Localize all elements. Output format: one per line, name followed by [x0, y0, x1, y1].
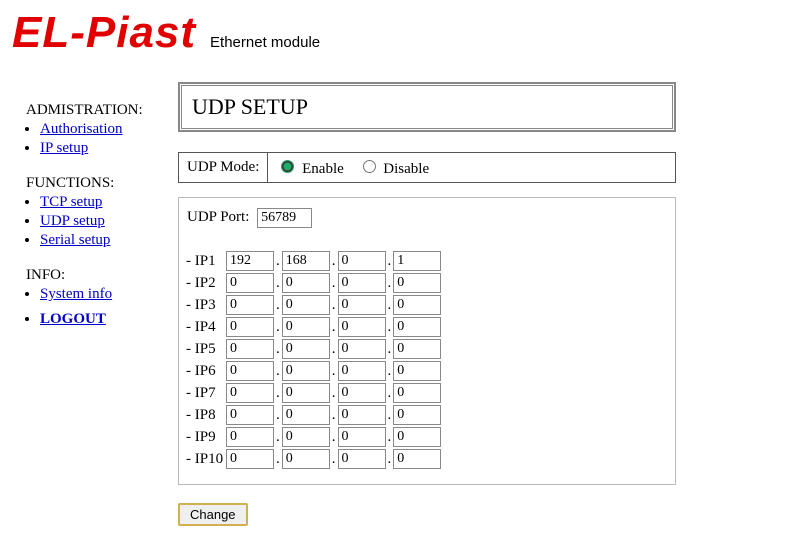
udp-mode-enable-label[interactable]: Enable [276, 161, 347, 177]
ip-octet-input[interactable] [393, 339, 441, 359]
udp-mode-enable-radio[interactable] [281, 160, 294, 173]
ip-octet-input[interactable] [282, 449, 330, 469]
ip-row: - IP7... [185, 382, 442, 404]
ip-octet-input[interactable] [393, 383, 441, 403]
ip-octet-input[interactable] [282, 339, 330, 359]
sidebar-link[interactable]: TCP setup [40, 194, 102, 210]
sidebar-item: Authorisation [40, 121, 170, 138]
ip-octet-input[interactable] [282, 427, 330, 447]
udp-mode-enable-text: Enable [302, 161, 344, 177]
ip-row: - IP1... [185, 250, 442, 272]
ip-octet-input[interactable] [282, 295, 330, 315]
udp-mode-disable-radio[interactable] [363, 160, 376, 173]
main-content: UDP SETUP UDP Mode: Enable Disable [178, 68, 795, 526]
sidebar-link[interactable]: Serial setup [40, 232, 110, 248]
ip-octet-input[interactable] [226, 295, 274, 315]
ip-octet-input[interactable] [393, 251, 441, 271]
ip-octet-input[interactable] [226, 427, 274, 447]
ip-octet-input[interactable] [338, 449, 386, 469]
ip-octet-input[interactable] [282, 405, 330, 425]
ip-octet-input[interactable] [338, 251, 386, 271]
ip-octet-input[interactable] [393, 449, 441, 469]
ip-row-label: - IP7 [185, 382, 225, 404]
ip-table: - IP1...- IP2...- IP3...- IP4...- IP5...… [185, 250, 442, 470]
udp-mode-disable-text: Disable [383, 161, 429, 177]
ip-octet-input[interactable] [226, 339, 274, 359]
page-title-box: UDP SETUP [178, 82, 676, 132]
udp-mode-label: UDP Mode: [179, 153, 268, 183]
sidebar-section-label: INFO: [26, 267, 170, 284]
ip-row-label: - IP3 [185, 294, 225, 316]
ip-octet-input[interactable] [393, 317, 441, 337]
udp-port-input[interactable] [257, 208, 312, 228]
sidebar-item: Serial setup [40, 232, 170, 249]
ip-octet-input[interactable] [338, 295, 386, 315]
ip-octet-input[interactable] [338, 383, 386, 403]
sidebar-link[interactable]: System info [40, 286, 112, 302]
ip-row: - IP8... [185, 404, 442, 426]
ip-row: - IP2... [185, 272, 442, 294]
brand-logo: EL-Piast [12, 8, 196, 58]
ip-octet-input[interactable] [338, 361, 386, 381]
sidebar-item: System info [40, 286, 170, 303]
ip-octet-input[interactable] [338, 405, 386, 425]
sidebar-link[interactable]: UDP setup [40, 213, 105, 229]
ip-octet-input[interactable] [282, 273, 330, 293]
sidebar-item: TCP setup [40, 194, 170, 211]
ip-row-label: - IP5 [185, 338, 225, 360]
ip-octet-input[interactable] [338, 339, 386, 359]
sidebar-section-label: ADMISTRATION: [26, 102, 170, 119]
ip-octet-input[interactable] [226, 383, 274, 403]
ip-row: - IP3... [185, 294, 442, 316]
ip-octet-input[interactable] [226, 449, 274, 469]
ip-octet-input[interactable] [226, 361, 274, 381]
ip-octet-input[interactable] [226, 251, 274, 271]
ip-row-label: - IP1 [185, 250, 225, 272]
change-button[interactable]: Change [178, 503, 248, 526]
brand-subtitle: Ethernet module [210, 34, 320, 55]
ip-row-label: - IP8 [185, 404, 225, 426]
ip-row-label: - IP9 [185, 426, 225, 448]
ip-octet-input[interactable] [282, 251, 330, 271]
ip-row: - IP10... [185, 448, 442, 470]
ip-octet-input[interactable] [338, 317, 386, 337]
ip-octet-input[interactable] [226, 317, 274, 337]
sidebar-section-label: FUNCTIONS: [26, 175, 170, 192]
ip-row-label: - IP4 [185, 316, 225, 338]
ip-octet-input[interactable] [393, 273, 441, 293]
udp-mode-table: UDP Mode: Enable Disable [178, 152, 676, 183]
ip-octet-input[interactable] [338, 273, 386, 293]
ip-octet-input[interactable] [393, 295, 441, 315]
ip-octet-input[interactable] [226, 405, 274, 425]
ip-row-label: - IP2 [185, 272, 225, 294]
ip-octet-input[interactable] [282, 361, 330, 381]
udp-port-label: UDP Port: [187, 209, 249, 225]
ip-row-label: - IP6 [185, 360, 225, 382]
ip-octet-input[interactable] [393, 405, 441, 425]
sidebar-link[interactable]: IP setup [40, 140, 88, 156]
ip-octet-input[interactable] [282, 383, 330, 403]
sidebar-item: LOGOUT [40, 311, 170, 328]
page-title: UDP SETUP [181, 85, 673, 129]
ip-row: - IP6... [185, 360, 442, 382]
ip-row: - IP4... [185, 316, 442, 338]
sidebar-link[interactable]: Authorisation [40, 121, 123, 137]
sidebar-item: UDP setup [40, 213, 170, 230]
ip-row-label: - IP10 [185, 448, 225, 470]
sidebar: ADMISTRATION: Authorisation IP setup FUNC… [0, 68, 178, 526]
ip-row: - IP9... [185, 426, 442, 448]
udp-settings-panel: UDP Port: - IP1...- IP2...- IP3...- IP4.… [178, 197, 676, 485]
ip-octet-input[interactable] [338, 427, 386, 447]
ip-octet-input[interactable] [226, 273, 274, 293]
ip-octet-input[interactable] [282, 317, 330, 337]
ip-octet-input[interactable] [393, 427, 441, 447]
sidebar-item: IP setup [40, 140, 170, 157]
logout-link[interactable]: LOGOUT [40, 311, 106, 327]
ip-row: - IP5... [185, 338, 442, 360]
ip-octet-input[interactable] [393, 361, 441, 381]
udp-mode-disable-label[interactable]: Disable [358, 161, 430, 177]
